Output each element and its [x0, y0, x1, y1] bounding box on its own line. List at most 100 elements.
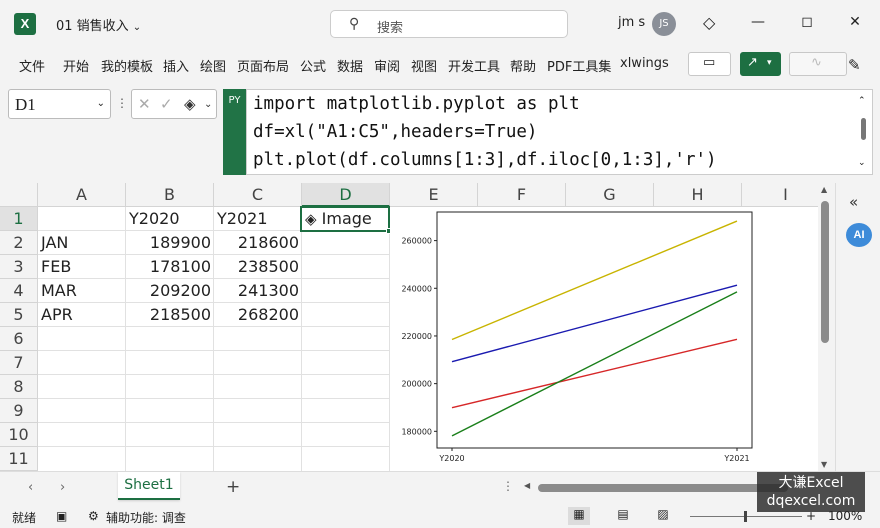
accessibility-icon[interactable]: ⚙	[88, 509, 99, 523]
copilot-pin-icon[interactable]: ✎	[848, 56, 861, 74]
cell-a5[interactable]: APR	[38, 303, 126, 327]
cell-a2[interactable]: JAN	[38, 231, 126, 255]
cell-b2[interactable]: 189900	[126, 231, 214, 255]
ai-assistant-icon[interactable]: AI	[846, 223, 872, 247]
tab-home[interactable]: 开始	[63, 56, 89, 75]
avatar[interactable]: JS	[652, 12, 676, 36]
cell-c2[interactable]: 218600	[214, 231, 302, 255]
scroll-thumb[interactable]	[861, 118, 866, 140]
x-tick-label: Y2021	[723, 454, 749, 463]
page-break-view-button[interactable]: ▨	[652, 507, 674, 525]
column-header-f[interactable]: F	[478, 183, 566, 207]
cell-b5[interactable]: 218500	[126, 303, 214, 327]
more-options-icon[interactable]: ⋮	[502, 479, 514, 493]
row-header-2[interactable]: 2	[0, 231, 38, 255]
document-title[interactable]: 01 销售收入 ⌄	[56, 15, 141, 34]
page-layout-view-button[interactable]: ▤	[612, 507, 634, 525]
vertical-scrollbar[interactable]: ▲ ▼	[818, 183, 833, 471]
sheet-prev-icon[interactable]: ‹	[28, 480, 33, 495]
close-icon[interactable]: ✕	[845, 14, 865, 30]
column-header-b[interactable]: B	[126, 183, 214, 207]
tab-help[interactable]: 帮助	[510, 56, 536, 75]
tab-pdf-tools[interactable]: PDF工具集	[547, 56, 611, 75]
search-box[interactable]: ⚲ 搜索	[330, 10, 568, 38]
tab-insert[interactable]: 插入	[163, 56, 189, 75]
column-header-i[interactable]: I	[742, 183, 818, 207]
normal-view-button[interactable]: ▦	[568, 507, 590, 525]
tab-my-templates[interactable]: 我的模板	[101, 56, 153, 75]
row-header-8[interactable]: 8	[0, 375, 38, 399]
catchup-button[interactable]: ∿	[789, 52, 847, 76]
name-box[interactable]: D1 ⌄	[8, 89, 111, 119]
formula-code-editor[interactable]: import matplotlib.pyplot as plt df=xl("A…	[246, 89, 873, 175]
column-header-a[interactable]: A	[38, 183, 126, 207]
column-header-g[interactable]: G	[566, 183, 654, 207]
scroll-up-icon[interactable]: ▲	[821, 185, 827, 194]
macro-record-icon[interactable]: ▣	[56, 509, 67, 523]
column-header-c[interactable]: C	[214, 183, 302, 207]
scroll-down-icon[interactable]: ▼	[821, 460, 827, 469]
row-header-3[interactable]: 3	[0, 255, 38, 279]
tab-developer[interactable]: 开发工具	[448, 56, 500, 75]
user-name[interactable]: jm s	[618, 15, 645, 30]
sheet-next-icon[interactable]: ›	[60, 480, 65, 495]
row-header-4[interactable]: 4	[0, 279, 38, 303]
row-header-9[interactable]: 9	[0, 399, 38, 423]
tab-draw[interactable]: 绘图	[200, 56, 226, 75]
tab-page-layout[interactable]: 页面布局	[237, 56, 289, 75]
column-header-e[interactable]: E	[390, 183, 478, 207]
row-header-1[interactable]: 1	[0, 207, 38, 231]
watermark: 大谦Excel dqexcel.com	[757, 472, 865, 512]
tab-formulas[interactable]: 公式	[300, 56, 326, 75]
chevron-down-icon[interactable]: ⌄	[204, 99, 212, 110]
cell-b1[interactable]: Y2020	[126, 207, 214, 231]
cell-b4[interactable]: 209200	[126, 279, 214, 303]
maximize-icon[interactable]: ◻	[797, 14, 817, 30]
premium-diamond-icon[interactable]: ◇	[703, 13, 715, 32]
accessibility-status[interactable]: 辅助功能: 调查	[106, 509, 186, 526]
column-header-d[interactable]: D	[302, 183, 390, 207]
scroll-left-icon[interactable]: ◀	[524, 481, 530, 490]
row-header-5[interactable]: 5	[0, 303, 38, 327]
tab-data[interactable]: 数据	[337, 56, 363, 75]
cell-a3[interactable]: FEB	[38, 255, 126, 279]
scroll-down-icon[interactable]: ⌄	[858, 158, 866, 168]
sheet-tab-sheet1[interactable]: Sheet1	[118, 472, 180, 500]
row-header-7[interactable]: 7	[0, 351, 38, 375]
column-header-h[interactable]: H	[654, 183, 742, 207]
row-header-10[interactable]: 10	[0, 423, 38, 447]
confirm-icon[interactable]: ✓	[160, 95, 173, 113]
code-scrollbar[interactable]: ⌃ ⌄	[858, 96, 868, 168]
add-sheet-button[interactable]: +	[226, 477, 240, 497]
share-button[interactable]: ↗ ▾	[740, 52, 781, 76]
watermark-line2: dqexcel.com	[766, 493, 856, 509]
collapse-pane-icon[interactable]: «	[849, 193, 858, 211]
cell-c1[interactable]: Y2021	[214, 207, 302, 231]
worksheet-grid[interactable]: A B C D E F G H I 1 2 3 4 5 6 7 8 9 10 1…	[0, 183, 818, 471]
comment-icon: ▭	[703, 55, 716, 70]
tab-view[interactable]: 视图	[411, 56, 437, 75]
scroll-thumb[interactable]	[538, 484, 788, 492]
python-chart-image[interactable]: 180000 200000 220000 240000 260000 Y2020 Y2021	[390, 208, 818, 471]
comments-button[interactable]: ▭	[688, 52, 731, 76]
select-all-corner[interactable]	[0, 183, 38, 207]
zoom-slider-thumb[interactable]	[744, 511, 747, 522]
cell-c3[interactable]: 238500	[214, 255, 302, 279]
sheet-tab-bar: ‹ › Sheet1 + ⋮ ◀	[0, 471, 880, 505]
tab-xlwings[interactable]: xlwings	[620, 56, 669, 71]
cell-c5[interactable]: 268200	[214, 303, 302, 327]
cell-b3[interactable]: 178100	[126, 255, 214, 279]
row-header-11[interactable]: 11	[0, 447, 38, 471]
minimize-icon[interactable]: —	[748, 14, 768, 30]
cell-c4[interactable]: 241300	[214, 279, 302, 303]
cell-a4[interactable]: MAR	[38, 279, 126, 303]
tab-review[interactable]: 审阅	[374, 56, 400, 75]
scroll-up-icon[interactable]: ⌃	[858, 96, 866, 106]
chevron-down-icon: ⌄	[96, 98, 105, 109]
cancel-icon[interactable]: ✕	[138, 95, 151, 113]
scroll-thumb[interactable]	[821, 201, 829, 343]
python-output-icon[interactable]: ◈	[184, 95, 196, 113]
more-options-icon[interactable]: ⋮	[116, 96, 128, 110]
tab-file[interactable]: 文件	[19, 56, 45, 75]
row-header-6[interactable]: 6	[0, 327, 38, 351]
